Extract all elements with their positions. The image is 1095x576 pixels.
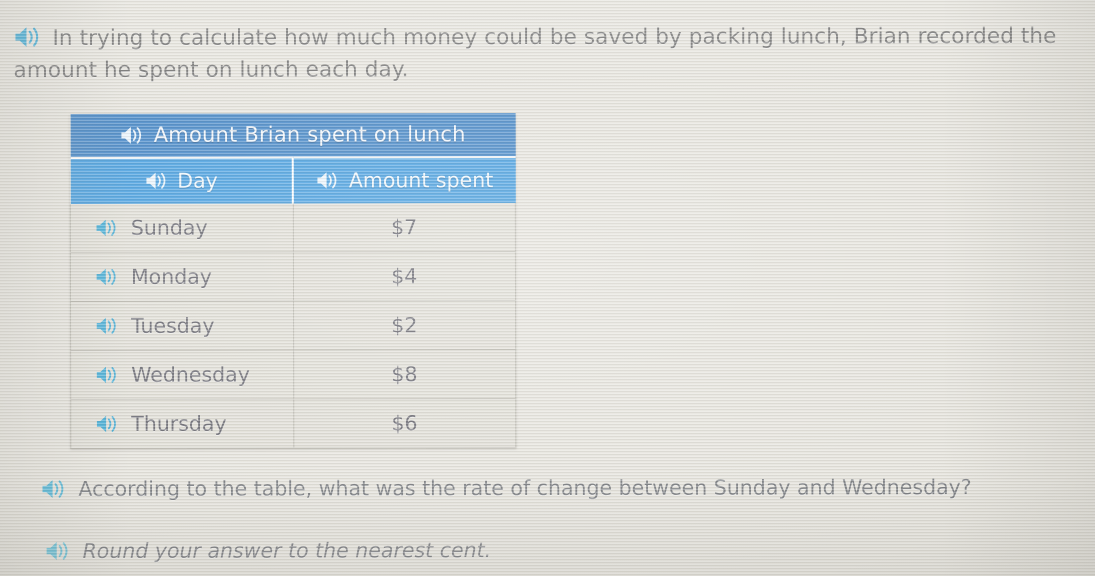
rounding-instruction: Round your answer to the nearest cent. [45, 536, 492, 565]
speaker-icon[interactable] [95, 414, 120, 434]
problem-statement: In trying to calculate how much money co… [13, 21, 1083, 87]
amount-cell: $2 [293, 300, 516, 351]
amount-cell: $6 [293, 398, 516, 449]
problem-statement-text: In trying to calculate how much money co… [13, 23, 1057, 84]
day-cell: Tuesday [70, 301, 294, 351]
speaker-icon[interactable] [95, 218, 120, 238]
worksheet-page: In trying to calculate how much money co… [0, 0, 1095, 576]
speaker-icon[interactable] [316, 170, 341, 190]
column-header-amount: Amount spent [292, 157, 516, 204]
speaker-icon[interactable] [95, 365, 120, 385]
day-label: Thursday [131, 411, 227, 436]
speaker-icon[interactable] [120, 124, 146, 145]
table-row: Thursday $6 [70, 398, 516, 449]
table-row: Monday $4 [70, 251, 516, 302]
day-cell: Thursday [70, 399, 294, 449]
column-header-amount-label: Amount spent [348, 168, 494, 193]
amount-cell: $7 [292, 203, 516, 253]
day-label: Tuesday [131, 313, 215, 338]
question-rate-of-change-text: According to the table, what was the rat… [78, 475, 972, 501]
table-title-cell: Amount Brian spent on lunch [70, 113, 516, 158]
table-row: Tuesday $2 [70, 300, 516, 351]
amount-cell: $4 [292, 251, 516, 302]
column-header-day-label: Day [177, 168, 218, 193]
column-header-day: Day [70, 157, 293, 204]
amount-cell: $8 [293, 349, 516, 400]
table-header-row: Day Amount spent [70, 157, 516, 204]
speaker-icon[interactable] [45, 540, 73, 562]
day-cell: Monday [70, 252, 294, 302]
table-row: Sunday $7 [70, 203, 516, 253]
speaker-icon[interactable] [144, 171, 169, 191]
question-rate-of-change: According to the table, what was the rat… [40, 473, 972, 503]
day-label: Wednesday [131, 362, 250, 387]
lunch-spending-table: Amount Brian spent on lunch Day Amount s… [70, 113, 517, 449]
day-cell: Wednesday [70, 350, 294, 400]
day-label: Sunday [130, 215, 208, 240]
speaker-icon[interactable] [95, 316, 120, 336]
data-table-container: Amount Brian spent on lunch Day Amount s… [70, 113, 517, 449]
table-title-row: Amount Brian spent on lunch [70, 113, 516, 158]
speaker-icon[interactable] [95, 267, 120, 287]
table-title-text: Amount Brian spent on lunch [153, 122, 466, 147]
rounding-instruction-text: Round your answer to the nearest cent. [82, 538, 492, 563]
day-label: Monday [130, 264, 212, 289]
table-row: Wednesday $8 [70, 349, 516, 400]
speaker-icon[interactable] [13, 25, 43, 49]
day-cell: Sunday [70, 203, 293, 253]
speaker-icon[interactable] [40, 478, 68, 500]
